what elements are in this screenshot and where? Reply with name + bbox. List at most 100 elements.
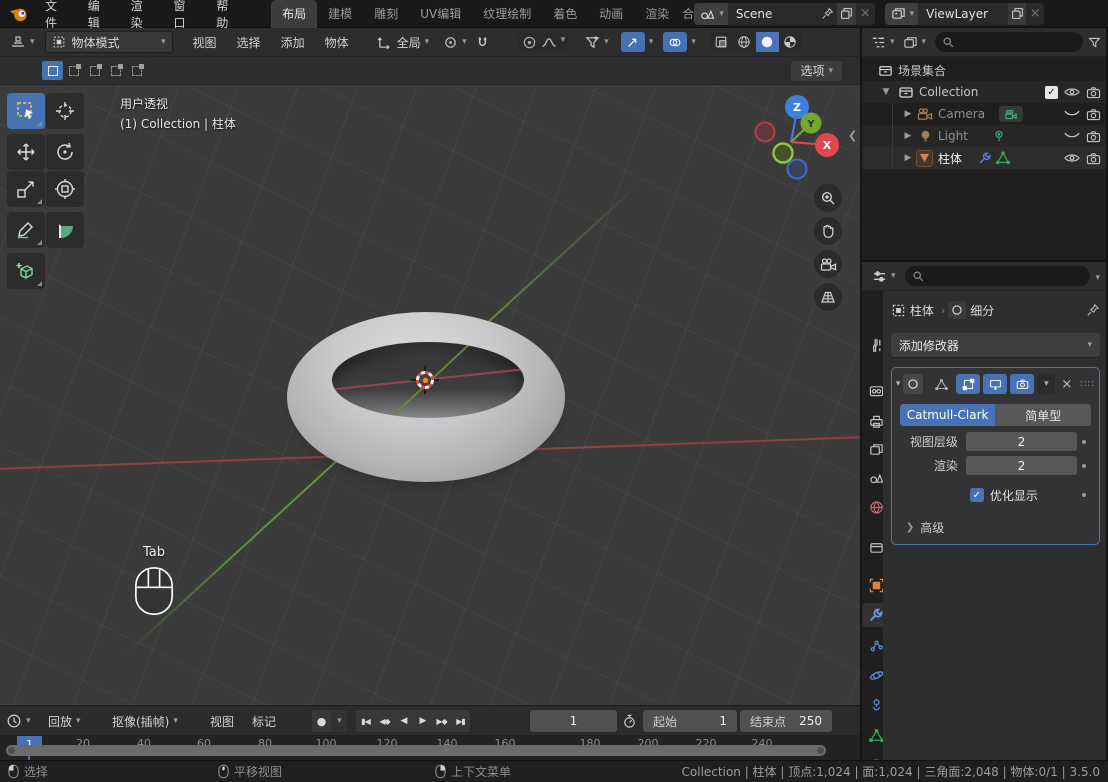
outliner-filter-button[interactable]	[1088, 36, 1101, 49]
shading-wireframe-button[interactable]	[733, 32, 756, 52]
zoom-button[interactable]	[814, 184, 842, 212]
light-data-badge[interactable]	[992, 129, 1006, 143]
render-camera-icon[interactable]	[1086, 108, 1101, 121]
menu-add[interactable]: 添加	[271, 30, 315, 55]
pan-button[interactable]	[814, 217, 842, 245]
modifier-close-button[interactable]: ×	[1058, 377, 1075, 392]
tab-texture-paint[interactable]: 纹理绘制	[472, 0, 542, 28]
tab-compositing-clipped[interactable]: 合	[680, 0, 694, 28]
view-menu[interactable]: 视图	[210, 710, 234, 732]
viewlayer-browse-button[interactable]	[885, 3, 919, 25]
next-keyframe-button[interactable]	[432, 710, 451, 732]
jump-to-start-button[interactable]	[356, 710, 375, 732]
hide-eye-icon[interactable]	[1064, 86, 1080, 98]
proportional-falloff-dropdown[interactable]	[541, 35, 566, 50]
snap-target-dropdown[interactable]	[439, 33, 471, 52]
modifier-extras-dropdown[interactable]: ▾	[1037, 374, 1055, 394]
viewlayer-remove-button[interactable]	[1026, 3, 1044, 25]
playback-menu[interactable]: 回放	[48, 710, 81, 732]
display-in-editmode-toggle[interactable]	[956, 374, 980, 394]
subdivision-modifier-icon[interactable]	[948, 301, 966, 319]
viewport-3d[interactable]: 用户透视 (1) Collection | 柱体	[0, 85, 860, 705]
tool-scale[interactable]	[7, 171, 45, 207]
scene-new-copy-button[interactable]	[837, 3, 856, 25]
shading-solid-button[interactable]	[756, 32, 779, 52]
viewport-levels-field[interactable]: 2	[966, 432, 1077, 451]
outliner-search-input[interactable]	[935, 32, 1083, 52]
panel-expand-icon[interactable]: ▾	[896, 379, 901, 389]
frame-start-field[interactable]: 起始 1	[643, 710, 737, 732]
light-row[interactable]: ▶ Light	[862, 125, 1106, 147]
breadcrumb-object[interactable]: 柱体	[910, 302, 934, 319]
mode-dropdown[interactable]: 物体模式	[45, 31, 173, 53]
outliner-editor-type-button[interactable]	[867, 33, 899, 52]
animate-dot[interactable]	[1077, 464, 1091, 468]
menu-select[interactable]: 选择	[227, 30, 271, 55]
modifier-wrench-badge[interactable]	[978, 151, 992, 165]
type-catmull-clark-button[interactable]: Catmull-Clark	[900, 404, 996, 426]
tool-cursor[interactable]	[46, 93, 84, 129]
play-reverse-button[interactable]	[394, 710, 413, 732]
eye-closed-icon[interactable]	[1064, 131, 1080, 141]
type-simple-button[interactable]: 简单型	[995, 404, 1091, 426]
outliner-display-mode-button[interactable]	[899, 33, 931, 52]
viewlayer-new-copy-button[interactable]	[1008, 3, 1026, 25]
timeline-editor-type-button[interactable]	[6, 710, 31, 732]
menu-object[interactable]: 物体	[315, 30, 359, 55]
pin-id-button[interactable]	[1086, 303, 1100, 317]
viewlayer-name[interactable]: ViewLayer	[918, 7, 1008, 21]
animate-dot[interactable]	[1077, 493, 1091, 497]
region-collapse-arrow[interactable]: ❮	[848, 129, 857, 142]
tab-shading[interactable]: 着色	[542, 0, 588, 28]
play-button[interactable]	[413, 710, 432, 732]
snap-toggle[interactable]	[471, 33, 494, 52]
prev-keyframe-button[interactable]	[375, 710, 394, 732]
animate-dot[interactable]	[1077, 440, 1091, 444]
tab-modeling[interactable]: 建模	[317, 0, 363, 28]
display-in-editmode-cage-toggle[interactable]	[929, 374, 953, 394]
axis-neg-x-ball[interactable]	[756, 123, 775, 142]
editor-type-button[interactable]	[6, 32, 39, 52]
advanced-section[interactable]: ❯ 高级	[906, 519, 1091, 536]
mesh-row[interactable]: ▶ 柱体	[862, 147, 1106, 169]
render-camera-icon[interactable]	[1086, 152, 1101, 165]
tool-measure[interactable]	[46, 212, 84, 248]
render-enable-toggle[interactable]	[1010, 374, 1034, 394]
shading-material-button[interactable]	[779, 32, 802, 52]
camera-view-button[interactable]	[814, 250, 842, 278]
render-camera-icon[interactable]	[1086, 86, 1101, 99]
scene-browse-button[interactable]	[694, 3, 728, 25]
tool-move[interactable]	[7, 134, 45, 170]
timeline-scrollbar[interactable]	[6, 745, 826, 756]
frame-end-field[interactable]: 结束点 250	[740, 710, 832, 732]
tool-add-cube[interactable]	[7, 253, 45, 289]
scene-unlink-button[interactable]	[856, 3, 875, 25]
show-gizmo-dropdown[interactable]	[581, 33, 613, 52]
tab-uv-editing[interactable]: UV编辑	[409, 0, 472, 28]
light-expand-arrow[interactable]: ▶	[902, 131, 914, 141]
transform-orientation-dropdown[interactable]: 全局	[373, 32, 434, 53]
breadcrumb-modifier[interactable]: 细分	[970, 302, 994, 319]
record-button[interactable]: ●	[312, 710, 331, 732]
marker-menu[interactable]: 标记	[252, 710, 276, 732]
display-in-viewport-toggle[interactable]	[983, 374, 1007, 394]
axis-neg-y-ball[interactable]	[774, 144, 793, 163]
select-mode-tweak[interactable]	[42, 61, 63, 80]
modifier-drag-handle[interactable]: ∷∷	[1080, 379, 1095, 390]
jump-to-end-button[interactable]	[451, 710, 470, 732]
menu-view[interactable]: 视图	[183, 30, 227, 55]
select-mode-intersect[interactable]	[126, 61, 147, 80]
eye-closed-icon[interactable]	[1064, 109, 1080, 119]
keying-set-dropdown[interactable]	[331, 710, 347, 732]
properties-editor-type-button[interactable]	[868, 267, 900, 286]
blender-logo-icon[interactable]	[8, 5, 29, 23]
gizmos-toggle[interactable]	[617, 30, 658, 54]
tab-rendering[interactable]: 渲染	[634, 0, 680, 28]
render-levels-field[interactable]: 2	[966, 456, 1077, 475]
collection-expand-arrow[interactable]: ▼	[880, 87, 892, 97]
mesh-data-badge[interactable]	[996, 151, 1010, 165]
camera-row[interactable]: ▶ Camera	[862, 103, 1106, 125]
camera-expand-arrow[interactable]: ▶	[902, 109, 914, 119]
tab-animation[interactable]: 动画	[588, 0, 634, 28]
select-mode-subtract[interactable]	[105, 61, 126, 80]
